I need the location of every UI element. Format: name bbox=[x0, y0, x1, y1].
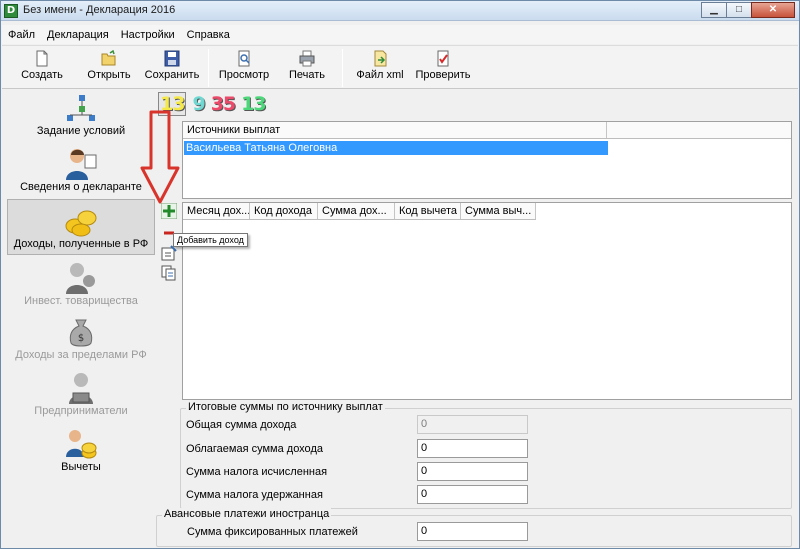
tree-icon bbox=[67, 95, 95, 121]
tab-rate-13-nonresident[interactable]: 13 bbox=[241, 93, 266, 115]
sidebar-item-declarant[interactable]: Сведения о декларанте bbox=[7, 147, 155, 197]
menu-declaration[interactable]: Декларация bbox=[41, 29, 115, 41]
totals-title: Итоговые суммы по источнику выплат bbox=[186, 401, 385, 413]
check-document-icon bbox=[437, 50, 449, 67]
xml-export-icon bbox=[374, 50, 387, 67]
xml-file-label: Файл xml bbox=[356, 69, 404, 81]
sidebar-label-foreign-income: Доходы за пределами РФ bbox=[15, 349, 147, 361]
tax-calculated-field[interactable]: 0 bbox=[417, 462, 528, 481]
open-label: Открыть bbox=[87, 69, 131, 81]
investor-icon bbox=[66, 263, 95, 294]
sources-header: Источники выплат bbox=[183, 122, 791, 139]
save-label: Сохранить bbox=[144, 69, 200, 81]
create-label: Создать bbox=[21, 69, 63, 81]
preview-label: Просмотр bbox=[218, 69, 270, 81]
sidebar-label-deductions: Вычеты bbox=[61, 461, 101, 473]
tax-withheld-field[interactable]: 0 bbox=[417, 485, 528, 504]
edit-income-button[interactable] bbox=[161, 245, 177, 261]
column-income-code[interactable]: Код дохода bbox=[250, 203, 318, 219]
maximize-button[interactable]: □ bbox=[726, 2, 752, 18]
sidebar-label-invest: Инвест. товарищества bbox=[24, 295, 138, 307]
sidebar-item-deductions[interactable]: Вычеты bbox=[7, 427, 155, 477]
label-taxable-income: Облагаемая сумма дохода bbox=[186, 443, 323, 455]
label-tax-withheld: Сумма налога удержанная bbox=[186, 489, 323, 501]
sidebar: Задание условий Сведения о декларанте До… bbox=[7, 91, 155, 545]
print-label: Печать bbox=[288, 69, 326, 81]
open-folder-icon bbox=[101, 50, 116, 66]
check-label: Проверить bbox=[415, 69, 471, 81]
column-header[interactable]: Источники выплат bbox=[183, 122, 607, 138]
toolbar-separator bbox=[342, 49, 343, 87]
plus-icon bbox=[160, 202, 178, 220]
tab-rate-9[interactable]: 9 bbox=[192, 93, 205, 115]
sidebar-label-entrepreneurs: Предприниматели bbox=[34, 405, 128, 417]
svg-text:$: $ bbox=[78, 333, 84, 344]
menu-file[interactable]: Файл bbox=[2, 29, 41, 41]
title-bar: D Без имени - Декларация 2016 ▁ □ ✕ bbox=[1, 1, 799, 21]
print-button[interactable]: Печать bbox=[284, 50, 330, 88]
floppy-disk-icon bbox=[164, 50, 180, 67]
toolbar: Создать Открыть Сохранить Просмотр Печат… bbox=[2, 45, 798, 89]
money-bag-icon: $ bbox=[69, 319, 93, 347]
column-header-empty bbox=[607, 122, 791, 138]
preview-button[interactable]: Просмотр bbox=[216, 50, 272, 88]
income-table: Месяц дох... Код дохода Сумма дох... Код… bbox=[182, 202, 792, 400]
window-controls: ▁ □ ✕ bbox=[701, 2, 795, 19]
sidebar-item-entrepreneurs[interactable]: Предприниматели bbox=[7, 371, 155, 421]
advance-group: Авансовые платежи иностранца Сумма фикси… bbox=[156, 508, 792, 547]
save-button[interactable]: Сохранить bbox=[143, 50, 201, 88]
create-button[interactable]: Создать bbox=[20, 50, 64, 88]
column-deduction-code[interactable]: Код вычета bbox=[395, 203, 461, 219]
open-button[interactable]: Открыть bbox=[85, 50, 133, 88]
column-month[interactable]: Месяц дох... bbox=[183, 203, 250, 219]
minimize-button[interactable]: ▁ bbox=[701, 2, 727, 18]
menu-settings[interactable]: Настройки bbox=[115, 29, 181, 41]
fixed-payments-field[interactable]: 0 bbox=[417, 522, 528, 541]
tab-rate-35[interactable]: 35 bbox=[211, 93, 236, 115]
add-income-tooltip: Добавить доход bbox=[173, 233, 248, 247]
taxable-income-field[interactable]: 0 bbox=[417, 439, 528, 458]
label-tax-calculated: Сумма налога исчисленная bbox=[186, 466, 328, 478]
copy-icon bbox=[161, 265, 176, 281]
red-arrow-annotation bbox=[140, 110, 180, 204]
sidebar-item-invest[interactable]: Инвест. товарищества bbox=[7, 261, 155, 311]
deductions-icon bbox=[66, 430, 97, 459]
column-deduction-sum[interactable]: Сумма выч... bbox=[461, 203, 536, 219]
coins-icon bbox=[65, 210, 97, 237]
toolbar-separator bbox=[208, 49, 209, 87]
add-income-button[interactable] bbox=[160, 202, 178, 220]
label-total-income: Общая сумма дохода bbox=[186, 419, 297, 431]
source-row-selected[interactable]: Васильева Татьяна Олеговна bbox=[184, 141, 608, 155]
totals-group: Итоговые суммы по источнику выплат Общая… bbox=[180, 401, 792, 509]
check-button[interactable]: Проверить bbox=[412, 50, 474, 88]
preview-icon bbox=[238, 50, 250, 67]
sidebar-item-conditions[interactable]: Задание условий bbox=[7, 93, 155, 145]
menu-bar: Файл Декларация Настройки Справка bbox=[2, 25, 798, 44]
person-icon bbox=[66, 149, 97, 180]
sidebar-item-income-rf[interactable]: Доходы, полученные в РФ bbox=[7, 199, 155, 255]
label-fixed-payments: Сумма фиксированных платежей bbox=[187, 526, 358, 538]
sidebar-label-declarant: Сведения о декларанте bbox=[20, 181, 142, 193]
printer-icon bbox=[299, 50, 315, 67]
sidebar-label-income-rf: Доходы, полученные в РФ bbox=[13, 238, 149, 250]
column-income-sum[interactable]: Сумма дох... bbox=[318, 203, 395, 219]
close-button[interactable]: ✕ bbox=[751, 2, 795, 18]
income-header: Месяц дох... Код дохода Сумма дох... Код… bbox=[183, 203, 536, 220]
payment-sources-table: Источники выплат Васильева Татьяна Олего… bbox=[182, 121, 792, 199]
new-document-icon bbox=[36, 50, 48, 67]
xml-file-button[interactable]: Файл xml bbox=[352, 50, 408, 88]
app-icon: D bbox=[4, 4, 18, 18]
window-title: Без имени - Декларация 2016 bbox=[23, 4, 176, 16]
advance-title: Авансовые платежи иностранца bbox=[162, 508, 332, 520]
entrepreneur-icon bbox=[69, 373, 93, 404]
sidebar-item-foreign-income[interactable]: $ Доходы за пределами РФ bbox=[7, 315, 155, 365]
main-window: D Без имени - Декларация 2016 ▁ □ ✕ Файл… bbox=[0, 0, 800, 549]
menu-help[interactable]: Справка bbox=[181, 29, 236, 41]
copy-income-button[interactable] bbox=[161, 265, 177, 281]
sidebar-label-conditions: Задание условий bbox=[36, 125, 126, 137]
total-income-field[interactable]: 0 bbox=[417, 415, 528, 434]
edit-icon bbox=[161, 245, 177, 261]
